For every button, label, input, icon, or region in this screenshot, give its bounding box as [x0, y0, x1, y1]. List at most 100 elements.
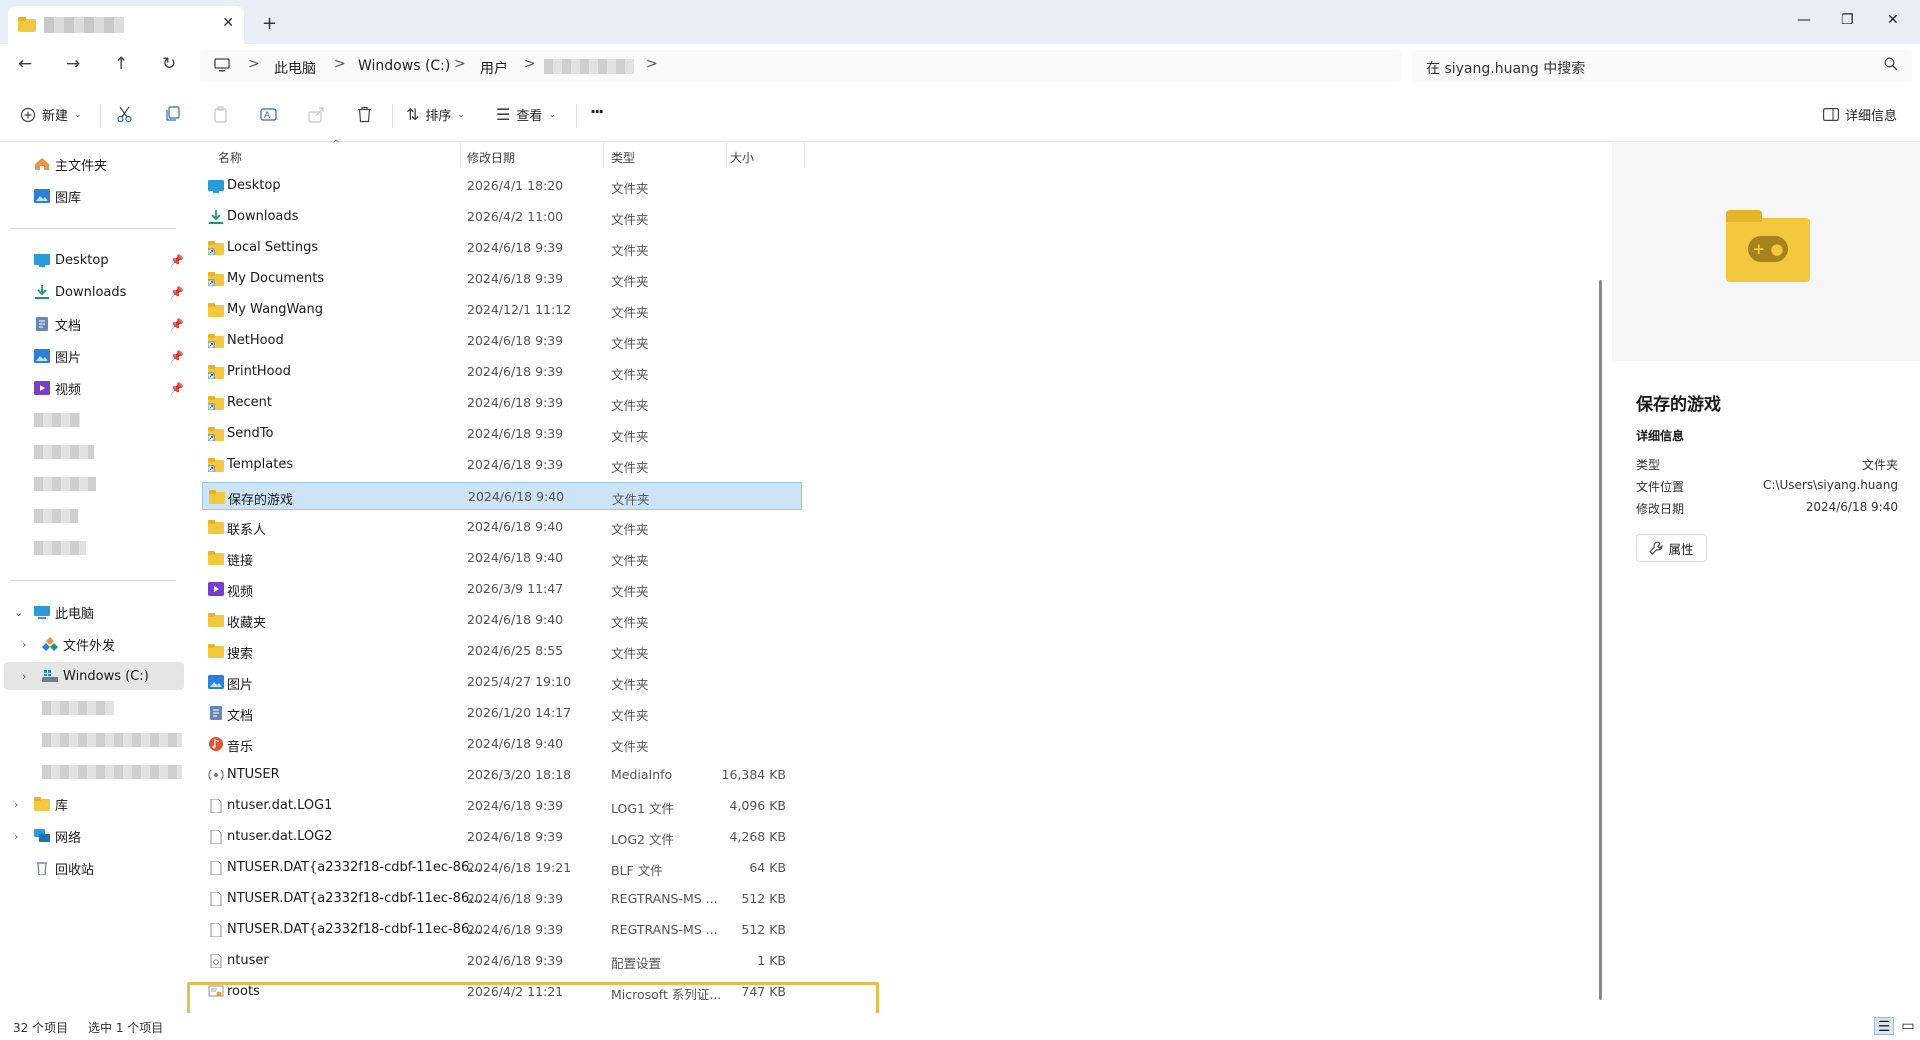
column-divider[interactable]: [726, 143, 727, 167]
sidebar-item-desktop[interactable]: Desktop 📌: [0, 246, 184, 274]
sidebar-item-gallery[interactable]: 图库: [0, 182, 184, 210]
sidebar-item-redacted[interactable]: [0, 726, 184, 754]
close-window-button[interactable]: ✕: [1887, 12, 1899, 28]
file-row[interactable]: 联系人 2024/6/18 9:40 文件夹: [202, 513, 802, 541]
column-header-date[interactable]: 修改日期: [467, 149, 515, 166]
file-row[interactable]: Templates 2024/6/18 9:39 文件夹: [202, 451, 802, 479]
search-icon[interactable]: [1884, 57, 1898, 71]
view-button[interactable]: ☰ 查看 ⌄: [496, 105, 556, 124]
file-row[interactable]: 视频 2026/3/9 11:47 文件夹: [202, 575, 802, 603]
sidebar-item-file-share[interactable]: › 文件外发: [0, 630, 184, 658]
chevron-right-icon[interactable]: ›: [14, 830, 18, 843]
file-row[interactable]: PrintHood 2024/6/18 9:39 文件夹: [202, 358, 802, 386]
file-row[interactable]: 图片 2025/4/27 19:10 文件夹: [202, 668, 802, 696]
breadcrumb-this-pc[interactable]: 此电脑: [274, 58, 316, 78]
details-pane-button[interactable]: 详细信息: [1823, 105, 1897, 124]
maximize-button[interactable]: ❐: [1841, 12, 1854, 28]
minimize-button[interactable]: —: [1797, 12, 1811, 28]
paste-icon[interactable]: [212, 106, 229, 123]
sidebar-item-windows-c[interactable]: › Windows (C:): [4, 662, 184, 690]
tiles-view-icon[interactable]: ▭: [1898, 1017, 1918, 1035]
vertical-scrollbar[interactable]: [1599, 280, 1602, 1000]
column-header-name[interactable]: 名称: [218, 149, 242, 166]
chevron-right-icon[interactable]: ›: [22, 638, 26, 651]
sidebar-item-redacted[interactable]: [0, 758, 184, 786]
up-button[interactable]: ↑: [114, 54, 128, 74]
chevron-right-icon[interactable]: ›: [22, 670, 26, 683]
address-bar[interactable]: > 此电脑 > Windows (C:) > 用户 > >: [200, 50, 1402, 82]
file-row[interactable]: NTUSER.DAT{a2332f18-cdbf-11ec-86... 2024/…: [202, 885, 802, 913]
sidebar-item-documents[interactable]: 文档 📌: [0, 310, 184, 338]
file-row[interactable]: 保存的游戏 2024/6/18 9:40 文件夹: [202, 482, 802, 510]
sidebar-item-redacted[interactable]: [0, 406, 184, 434]
refresh-button[interactable]: ↻: [162, 54, 176, 74]
column-divider[interactable]: [603, 143, 604, 167]
copy-icon[interactable]: [164, 106, 181, 123]
search-box[interactable]: 在 siyang.huang 中搜索: [1412, 50, 1912, 82]
share-icon[interactable]: [308, 106, 325, 123]
details-view-icon[interactable]: ☰: [1874, 1017, 1894, 1035]
chevron-right-icon[interactable]: ›: [14, 798, 18, 811]
sidebar-item-this-pc[interactable]: ⌄ 此电脑: [0, 598, 184, 626]
sidebar-item-redacted[interactable]: [0, 438, 184, 466]
file-row[interactable]: SendTo 2024/6/18 9:39 文件夹: [202, 420, 802, 448]
search-input[interactable]: 在 siyang.huang 中搜索: [1426, 58, 1585, 78]
breadcrumb-user-redacted[interactable]: [544, 59, 634, 74]
file-row[interactable]: 链接 2024/6/18 9:40 文件夹: [202, 544, 802, 572]
column-header-type[interactable]: 类型: [611, 149, 635, 166]
file-name: 链接: [227, 554, 254, 569]
column-header-size[interactable]: 大小: [730, 149, 754, 166]
rename-icon[interactable]: A: [260, 106, 277, 123]
file-row[interactable]: My WangWang 2024/12/1 11:12 文件夹: [202, 296, 802, 324]
sidebar-item-redacted[interactable]: [0, 470, 184, 498]
sidebar-item-home[interactable]: 主文件夹: [0, 150, 184, 178]
file-row[interactable]: My Documents 2024/6/18 9:39 文件夹: [202, 265, 802, 293]
properties-button[interactable]: 属性: [1636, 534, 1707, 562]
column-divider[interactable]: [804, 143, 805, 167]
column-divider[interactable]: [460, 143, 461, 167]
file-row[interactable]: ntuser.dat.LOG2 2024/6/18 9:39 LOG2 文件 4,26…: [202, 823, 802, 851]
tab-close-icon[interactable]: ✕: [222, 15, 234, 31]
file-row[interactable]: ntuser.dat.LOG1 2024/6/18 9:39 LOG1 文件 4,09…: [202, 792, 802, 820]
file-row[interactable]: 搜索 2024/6/25 8:55 文件夹: [202, 637, 802, 665]
more-options-button[interactable]: ···: [590, 102, 604, 121]
sidebar-item-recycle-bin[interactable]: 回收站: [0, 854, 184, 882]
delete-icon[interactable]: [356, 106, 373, 123]
file-row[interactable]: NTUSER.DAT{a2332f18-cdbf-11ec-86... 2024/…: [202, 854, 802, 882]
sidebar-item-redacted[interactable]: [0, 694, 184, 722]
sidebar-item-videos[interactable]: 视频 📌: [0, 374, 184, 402]
file-row[interactable]: 文档 2026/1/20 14:17 文件夹: [202, 699, 802, 727]
sidebar-item-redacted[interactable]: [0, 502, 184, 530]
sort-button[interactable]: ⇅ 排序 ⌄: [406, 105, 465, 124]
file-row[interactable]: ntuser 2024/6/18 9:39 配置设置 1 KB: [202, 947, 802, 975]
back-button[interactable]: ←: [18, 54, 32, 74]
breadcrumb-windows-c[interactable]: Windows (C:): [358, 58, 450, 74]
tab-current[interactable]: ✕: [8, 6, 244, 44]
new-tab-button[interactable]: +: [262, 13, 277, 34]
new-button[interactable]: 新建 ⌄: [20, 105, 82, 124]
file-row[interactable]: NTUSER 2026/3/20 18:18 MediaInfo 16,384 KB: [202, 761, 802, 789]
sidebar-item-network[interactable]: › 网络: [0, 822, 184, 850]
sidebar-item-redacted[interactable]: [0, 534, 184, 562]
pin-icon[interactable]: 📌: [170, 318, 184, 331]
file-row[interactable]: NetHood 2024/6/18 9:39 文件夹: [202, 327, 802, 355]
file-row[interactable]: Local Settings 2024/6/18 9:39 文件夹: [202, 234, 802, 262]
file-row[interactable]: 音乐 2024/6/18 9:40 文件夹: [202, 730, 802, 758]
sidebar-item-library[interactable]: › 库: [0, 790, 184, 818]
new-button-label: 新建: [42, 109, 69, 124]
file-row[interactable]: 收藏夹 2024/6/18 9:40 文件夹: [202, 606, 802, 634]
file-row[interactable]: NTUSER.DAT{a2332f18-cdbf-11ec-86... 2024/…: [202, 916, 802, 944]
cut-icon[interactable]: [116, 106, 133, 123]
pin-icon[interactable]: 📌: [170, 286, 184, 299]
sidebar-item-pictures[interactable]: 图片 📌: [0, 342, 184, 370]
forward-button[interactable]: →: [66, 54, 80, 74]
file-row[interactable]: Desktop 2026/4/1 18:20 文件夹: [202, 172, 802, 200]
breadcrumb-users[interactable]: 用户: [480, 58, 508, 78]
pin-icon[interactable]: 📌: [170, 254, 184, 267]
file-row[interactable]: Downloads 2026/4/2 11:00 文件夹: [202, 203, 802, 231]
file-row[interactable]: Recent 2024/6/18 9:39 文件夹: [202, 389, 802, 417]
sidebar-item-downloads[interactable]: Downloads 📌: [0, 278, 184, 306]
pin-icon[interactable]: 📌: [170, 350, 184, 363]
pin-icon[interactable]: 📌: [170, 382, 184, 395]
chevron-down-icon[interactable]: ⌄: [14, 606, 23, 619]
